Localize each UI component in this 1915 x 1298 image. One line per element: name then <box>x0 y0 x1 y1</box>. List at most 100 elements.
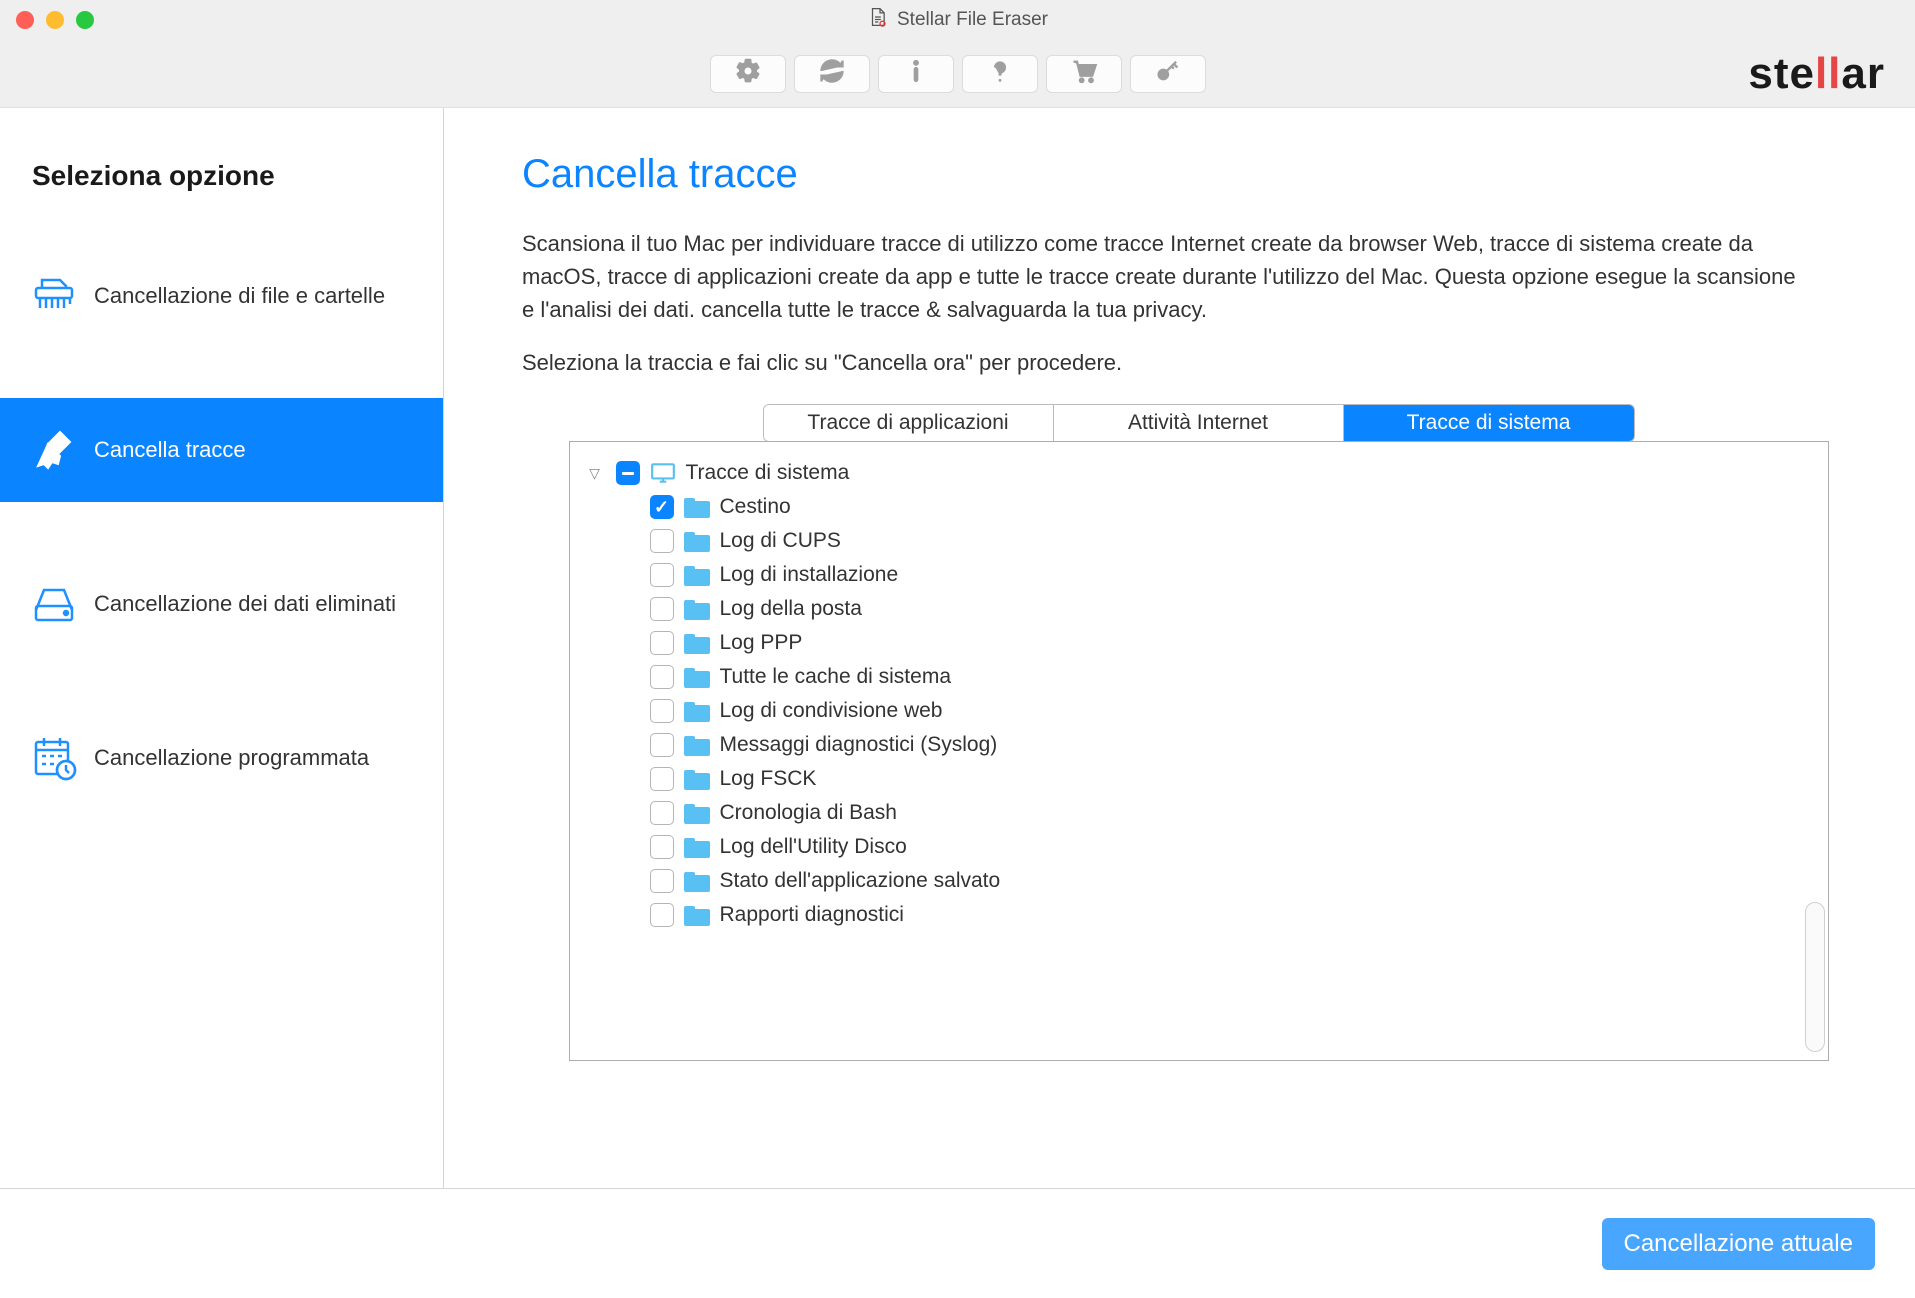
tree-root-row[interactable]: ▽ Tracce di sistema <box>584 456 1814 490</box>
sidebar-item-files-folders[interactable]: Cancellazione di file e cartelle <box>0 244 443 348</box>
tree-item-label: Log della posta <box>720 597 862 621</box>
folder-icon <box>684 530 710 552</box>
scrollbar[interactable] <box>1805 902 1825 1052</box>
tree-item[interactable]: Stato dell'applicazione salvato <box>584 864 1814 898</box>
tree-item-label: Messaggi diagnostici (Syslog) <box>720 733 998 757</box>
checkbox-unchecked[interactable] <box>650 631 674 655</box>
folder-icon <box>684 734 710 756</box>
tree-item-label: Tutte le cache di sistema <box>720 665 952 689</box>
checkbox-unchecked[interactable] <box>650 835 674 859</box>
folder-icon <box>684 666 710 688</box>
tab-internet-activity[interactable]: Attività Internet <box>1054 405 1344 441</box>
titlebar: Stellar File Eraser <box>0 0 1915 40</box>
sidebar-item-label: Cancellazione programmata <box>94 745 369 771</box>
tree-item[interactable]: Cestino <box>584 490 1814 524</box>
folder-icon <box>684 836 710 858</box>
checkbox-unchecked[interactable] <box>650 801 674 825</box>
sidebar-item-label: Cancellazione di file e cartelle <box>94 283 385 309</box>
checkbox-unchecked[interactable] <box>650 597 674 621</box>
checkbox-unchecked[interactable] <box>650 733 674 757</box>
folder-icon <box>684 632 710 654</box>
page-description: Scansiona il tuo Mac per individuare tra… <box>522 227 1802 326</box>
minimize-window-button[interactable] <box>46 11 64 29</box>
drive-icon <box>24 576 84 632</box>
tree-item[interactable]: Cronologia di Bash <box>584 796 1814 830</box>
tree-item[interactable]: Rapporti diagnostici <box>584 898 1814 932</box>
tree-item[interactable]: Log PPP <box>584 626 1814 660</box>
toolbar: stellar <box>0 40 1915 108</box>
tree-item-label: Stato dell'applicazione salvato <box>720 869 1001 893</box>
checkbox-indeterminate[interactable] <box>616 461 640 485</box>
calendar-clock-icon <box>24 730 84 786</box>
maximize-window-button[interactable] <box>76 11 94 29</box>
checkbox-unchecked[interactable] <box>650 903 674 927</box>
tree-item[interactable]: Log di CUPS <box>584 524 1814 558</box>
folder-icon <box>684 598 710 620</box>
erase-now-button[interactable]: Cancellazione attuale <box>1602 1218 1876 1270</box>
window-controls <box>16 11 94 29</box>
tab-label: Attività Internet <box>1128 411 1268 434</box>
purchase-button[interactable] <box>1046 55 1122 93</box>
info-icon <box>902 57 930 90</box>
close-window-button[interactable] <box>16 11 34 29</box>
tree-item-label: Log dell'Utility Disco <box>720 835 907 859</box>
tree-item-label: Log di CUPS <box>720 529 841 553</box>
tab-application-traces[interactable]: Tracce di applicazioni <box>764 405 1054 441</box>
tree-item-label: Log di installazione <box>720 563 899 587</box>
refresh-button[interactable] <box>794 55 870 93</box>
chevron-down-icon[interactable]: ▽ <box>584 465 606 482</box>
info-button[interactable] <box>878 55 954 93</box>
checkbox-unchecked[interactable] <box>650 563 674 587</box>
checkbox-unchecked[interactable] <box>650 869 674 893</box>
sidebar-item-deleted-data[interactable]: Cancellazione dei dati eliminati <box>0 552 443 656</box>
tree-item-label: Cestino <box>720 495 791 519</box>
folder-icon <box>684 768 710 790</box>
checkbox-unchecked[interactable] <box>650 665 674 689</box>
tab-label: Tracce di sistema <box>1407 411 1571 434</box>
checkbox-checked[interactable] <box>650 495 674 519</box>
help-button[interactable] <box>962 55 1038 93</box>
shredder-icon <box>24 268 84 324</box>
window-title: Stellar File Eraser <box>867 7 1048 33</box>
settings-button[interactable] <box>710 55 786 93</box>
tree-item-label: Rapporti diagnostici <box>720 903 904 927</box>
tree-item[interactable]: Messaggi diagnostici (Syslog) <box>584 728 1814 762</box>
tree-root-label: Tracce di sistema <box>686 461 850 485</box>
tab-system-traces[interactable]: Tracce di sistema <box>1344 405 1634 441</box>
tree-item-label: Cronologia di Bash <box>720 801 897 825</box>
sidebar-item-scheduled[interactable]: Cancellazione programmata <box>0 706 443 810</box>
sidebar-item-label: Cancella tracce <box>94 437 246 463</box>
gear-icon <box>734 57 762 90</box>
sidebar: Seleziona opzione Cancellazione di file … <box>0 108 444 1188</box>
help-icon <box>986 57 1014 90</box>
window-title-text: Stellar File Eraser <box>897 9 1048 31</box>
tree-item[interactable]: Log di installazione <box>584 558 1814 592</box>
tree-item[interactable]: Log dell'Utility Disco <box>584 830 1814 864</box>
broom-icon <box>24 422 84 478</box>
refresh-icon <box>818 57 846 90</box>
tree-item-label: Log FSCK <box>720 767 817 791</box>
brand-logo: stellar <box>1748 49 1885 99</box>
tree-item[interactable]: Log di condivisione web <box>584 694 1814 728</box>
cart-icon <box>1070 57 1098 90</box>
sidebar-item-erase-traces[interactable]: Cancella tracce <box>0 398 443 502</box>
checkbox-unchecked[interactable] <box>650 699 674 723</box>
page-subline: Seleziona la traccia e fai clic su "Canc… <box>522 350 1875 376</box>
folder-icon <box>684 904 710 926</box>
tree-panel: ▽ Tracce di sistema Cestino Log di CUPS Lo… <box>569 441 1829 1061</box>
main-panel: Cancella tracce Scansiona il tuo Mac per… <box>444 108 1915 1188</box>
monitor-icon <box>650 462 676 484</box>
folder-icon <box>684 700 710 722</box>
tree-item[interactable]: Tutte le cache di sistema <box>584 660 1814 694</box>
tree-item[interactable]: Log della posta <box>584 592 1814 626</box>
activation-button[interactable] <box>1130 55 1206 93</box>
tab-label: Tracce di applicazioni <box>807 411 1008 434</box>
tree-item-label: Log PPP <box>720 631 803 655</box>
folder-icon <box>684 870 710 892</box>
folder-icon <box>684 496 710 518</box>
sidebar-header: Seleziona opzione <box>0 140 443 244</box>
tree-item-label: Log di condivisione web <box>720 699 943 723</box>
checkbox-unchecked[interactable] <box>650 767 674 791</box>
tree-item[interactable]: Log FSCK <box>584 762 1814 796</box>
checkbox-unchecked[interactable] <box>650 529 674 553</box>
